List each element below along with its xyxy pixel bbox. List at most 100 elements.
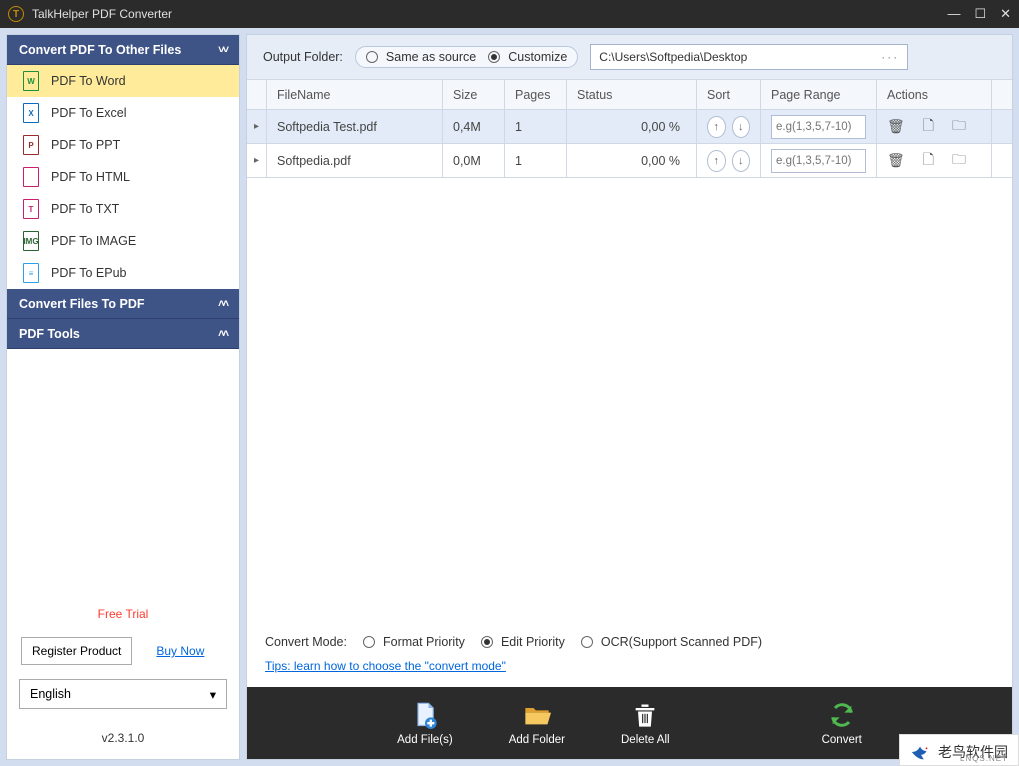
action-label: Convert [822,734,862,746]
cell-range [761,144,877,178]
cell-actions: 🗑 🗋 🗀 [877,110,992,144]
panel-convert-to-pdf[interactable]: Convert Files To PDF ˄˄ [7,289,239,319]
sidebar-item-pdf-to-word[interactable]: WPDF To Word [7,65,239,97]
close-button[interactable]: ✕ [1000,6,1011,22]
expand-icon[interactable]: ▸ [247,144,267,178]
panel-label: Convert Files To PDF [19,297,144,311]
title-bar: T TalkHelper PDF Converter — ☐ ✕ [0,0,1019,28]
convert-button[interactable]: Convert [822,700,862,746]
col-pages[interactable]: Pages [505,80,567,110]
maximize-button[interactable]: ☐ [974,6,986,22]
format-icon: W [23,71,39,91]
sidebar: Convert PDF To Other Files ˅˅ WPDF To Wo… [6,34,240,760]
format-icon: T [23,199,39,219]
sidebar-item-label: PDF To EPub [51,266,127,280]
move-up-button[interactable]: ↑ [707,116,726,138]
panel-label: Convert PDF To Other Files [19,43,181,57]
output-path-input[interactable]: C:\Users\Softpedia\Desktop ··· [590,44,908,70]
delete-icon[interactable]: 🗑 [887,118,905,135]
language-value: English [30,687,71,701]
panel-pdf-tools[interactable]: PDF Tools ˄˄ [7,319,239,349]
version-label: v2.3.1.0 [7,723,239,759]
file-icon[interactable]: 🗋 [923,149,934,173]
output-radio-group: Same as source Customize [355,46,578,68]
panel-convert-to-other[interactable]: Convert PDF To Other Files ˅˅ [7,35,239,65]
cell-filename: Softpedia Test.pdf [267,110,443,144]
chevron-up-icon: ˄˄ [218,328,227,340]
language-select[interactable]: English ▾ [19,679,227,709]
format-icon [23,167,39,187]
delete-all-button[interactable]: Delete All [621,700,670,746]
col-status[interactable]: Status [567,80,697,110]
move-down-button[interactable]: ↓ [732,116,751,138]
browse-icon[interactable]: ··· [881,50,899,64]
convert-icon [828,700,856,730]
cell-size: 0,4M [443,110,505,144]
radio-format-priority[interactable] [363,636,375,648]
col-expand [247,80,267,110]
table-body: ▸Softpedia Test.pdf0,4M10,00 %↑↓🗑🗋🗀▸Soft… [247,110,1012,178]
app-logo-icon: T [8,6,24,22]
col-actions[interactable]: Actions [877,80,992,110]
format-icon: X [23,103,39,123]
radio-edit-priority[interactable] [481,636,493,648]
table-row[interactable]: ▸Softpedia.pdf0,0M10,00 %↑↓🗑🗋🗀 [247,144,1012,178]
cell-status: 0,00 % [567,110,697,144]
sidebar-item-label: PDF To PPT [51,138,120,152]
watermark-sub: LNQS.NET [960,754,1008,763]
page-range-input[interactable] [771,149,866,173]
sidebar-item-pdf-to-html[interactable]: PDF To HTML [7,161,239,193]
col-filename[interactable]: FileName [267,80,443,110]
cell-range [761,110,877,144]
folder-icon [523,700,551,730]
expand-icon[interactable]: ▸ [247,110,267,144]
cell-status: 0,00 % [567,144,697,178]
folder-icon[interactable]: 🗀 [952,149,966,173]
trash-icon [631,700,659,730]
col-size[interactable]: Size [443,80,505,110]
col-spacer [992,80,1012,110]
minimize-button[interactable]: — [947,6,960,22]
sidebar-item-pdf-to-image[interactable]: IMGPDF To IMAGE [7,225,239,257]
tips-link[interactable]: Tips: learn how to choose the "convert m… [265,659,506,673]
cell-pages: 1 [505,144,567,178]
sidebar-item-pdf-to-excel[interactable]: XPDF To Excel [7,97,239,129]
sidebar-item-pdf-to-txt[interactable]: TPDF To TXT [7,193,239,225]
col-sort[interactable]: Sort [697,80,761,110]
table-header: FileName Size Pages Status Sort Page Ran… [247,80,1012,110]
action-label: Delete All [621,734,670,746]
content-panel: Output Folder: Same as source Customize … [246,34,1013,760]
file-table: FileName Size Pages Status Sort Page Ran… [247,79,1012,178]
buy-now-link[interactable]: Buy Now [156,644,204,658]
move-down-button[interactable]: ↓ [732,150,751,172]
file-icon[interactable]: 🗋 [923,115,934,139]
cell-sort: ↑↓ [697,144,761,178]
chevron-up-icon: ˄˄ [218,298,227,310]
free-trial-label: Free Trial [7,591,239,637]
sidebar-item-label: PDF To HTML [51,170,130,184]
add-files-button[interactable]: Add File(s) [397,700,453,746]
format-icon: P [23,135,39,155]
sidebar-item-pdf-to-epub[interactable]: ≡PDF To EPub [7,257,239,289]
action-label: Add File(s) [397,734,453,746]
action-bar: Add File(s) Add Folder Delete All Conver [247,687,1012,759]
cell-size: 0,0M [443,144,505,178]
radio-same-as-source[interactable] [366,51,378,63]
register-button[interactable]: Register Product [21,637,132,665]
sidebar-item-pdf-to-ppt[interactable]: P PDF To PPT [7,129,239,161]
move-up-button[interactable]: ↑ [707,150,726,172]
app-title: TalkHelper PDF Converter [32,7,947,21]
convert-mode-row: Convert Mode: Format Priority Edit Prior… [247,621,1012,655]
radio-label: OCR(Support Scanned PDF) [601,635,762,649]
add-folder-button[interactable]: Add Folder [509,700,565,746]
page-range-input[interactable] [771,115,866,139]
watermark: 老鸟软件园 LNQS.NET [899,734,1019,766]
radio-customize[interactable] [488,51,500,63]
table-row[interactable]: ▸Softpedia Test.pdf0,4M10,00 %↑↓🗑🗋🗀 [247,110,1012,144]
delete-icon[interactable]: 🗑 [887,152,905,169]
file-add-icon [411,700,439,730]
col-range[interactable]: Page Range [761,80,877,110]
output-path-value: C:\Users\Softpedia\Desktop [599,50,747,64]
folder-icon[interactable]: 🗀 [952,115,966,139]
radio-ocr[interactable] [581,636,593,648]
